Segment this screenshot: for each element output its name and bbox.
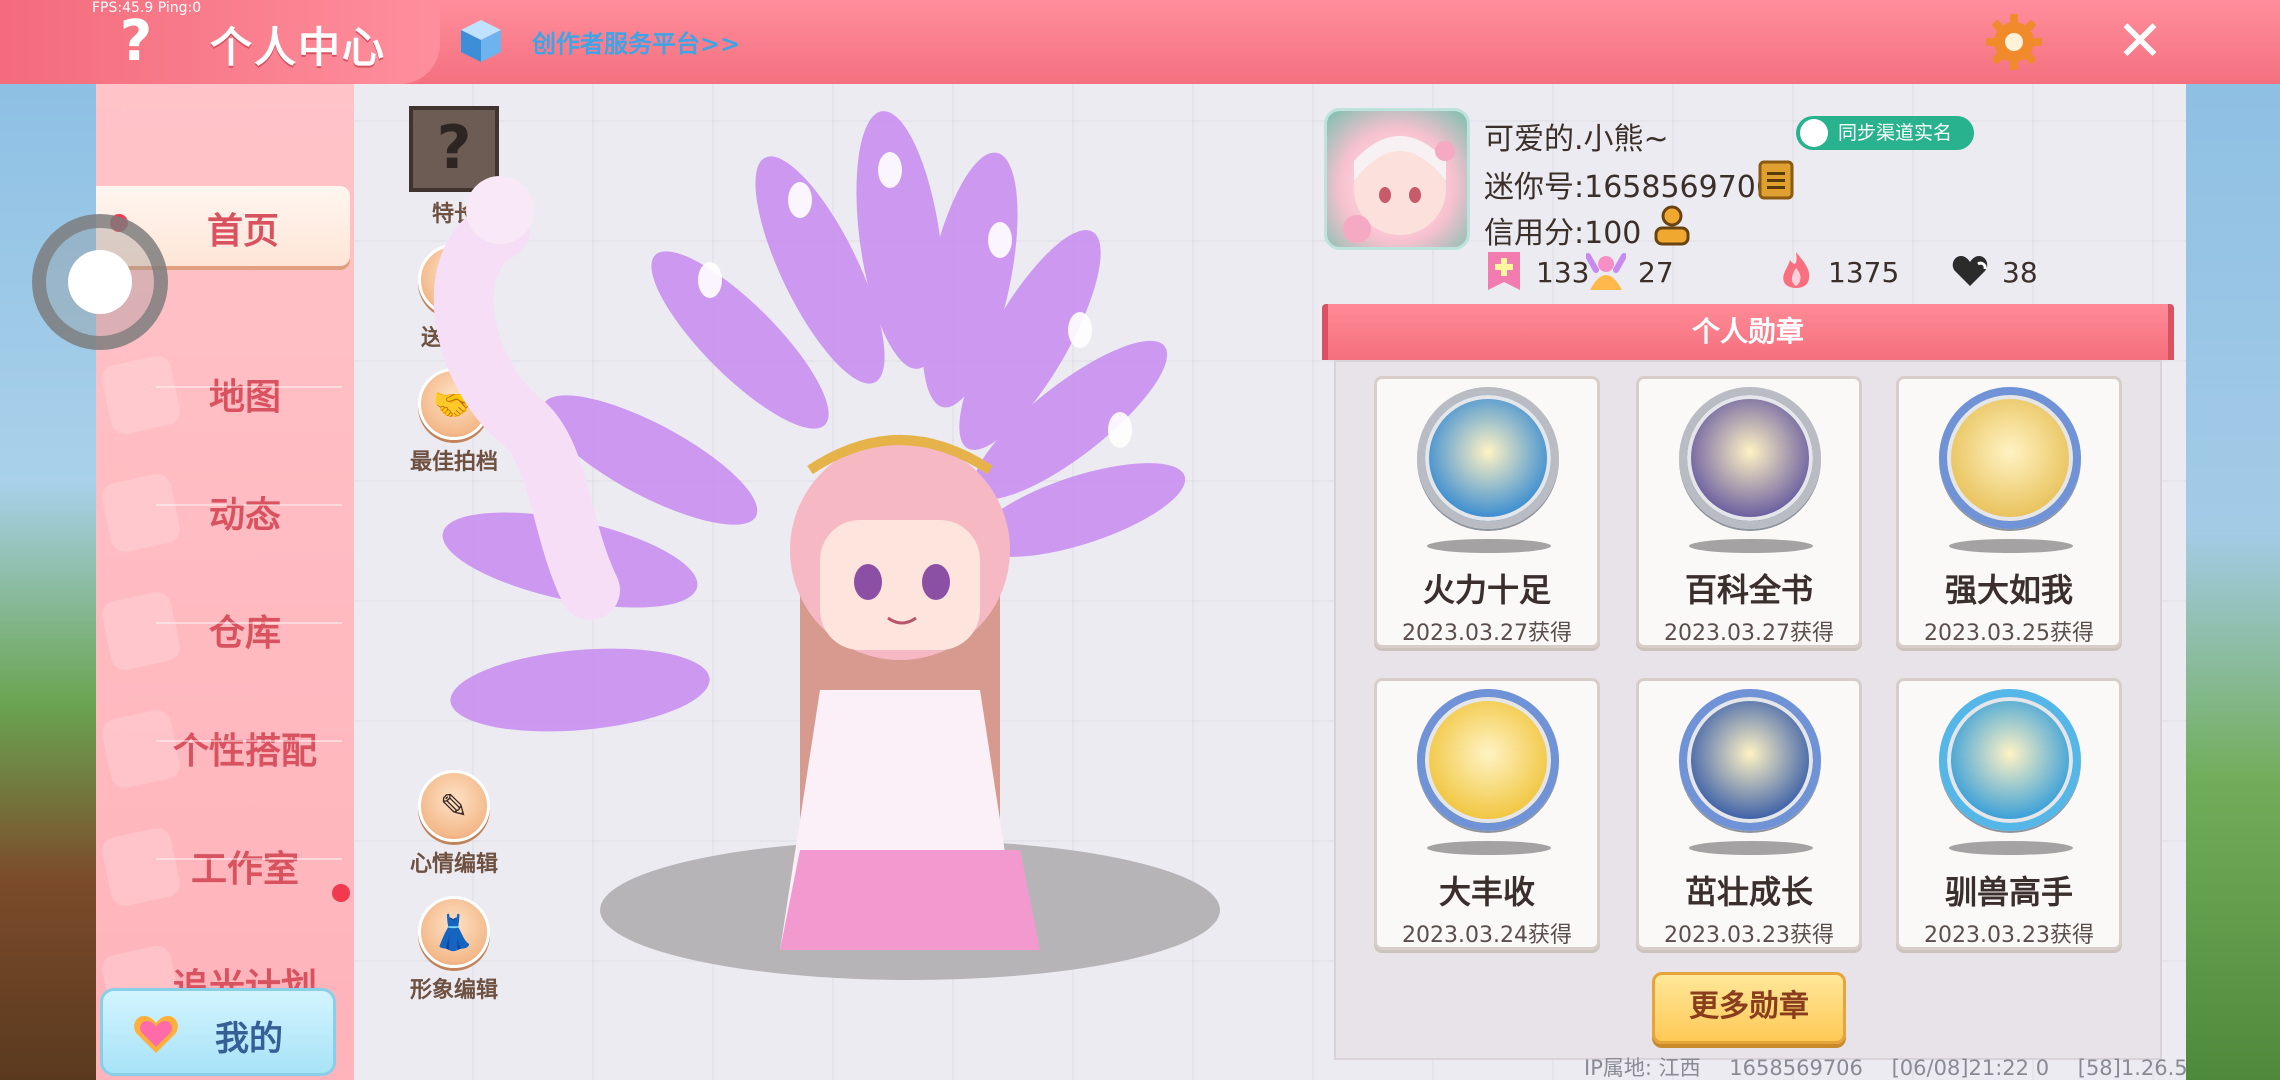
person-check-icon <box>1800 119 1828 147</box>
sidebar-item-feed[interactable]: 动态 <box>96 464 354 560</box>
sidebar-item-label: 工作室 <box>190 849 299 890</box>
help-icon[interactable]: ? <box>108 12 164 72</box>
mini-id: 迷你号:1658569706 <box>1484 170 1775 205</box>
sidebar-item-storage[interactable]: 仓库 <box>96 582 354 678</box>
ip-location: IP属地: 江西 <box>1584 1056 1701 1080</box>
sidebar-item-label: 地图 <box>208 377 281 418</box>
divider <box>156 504 342 506</box>
fans-icon <box>1586 253 1626 290</box>
medal-icon <box>1939 387 2081 529</box>
medal-name: 百科全书 <box>1684 571 1813 609</box>
footer-uid: 1658569706 <box>1729 1056 1863 1080</box>
medal-card[interactable]: 火力十足 2023.03.27获得 <box>1374 376 1600 648</box>
medal-card[interactable]: 百科全书 2023.03.27获得 <box>1636 376 1862 648</box>
hearts-icon <box>1952 256 1988 286</box>
divider <box>156 622 342 624</box>
stat-fans-value: 27 <box>1638 256 1674 289</box>
sidebar-item-outfit[interactable]: 个性搭配 <box>96 700 354 796</box>
stat-plus-value: 133 <box>1536 256 1590 289</box>
cube-icon[interactable] <box>458 18 504 64</box>
medal-icon <box>1417 689 1559 831</box>
credit-score: 信用分:100 <box>1484 216 1642 251</box>
floating-assist-button[interactable] <box>32 214 168 350</box>
avatar[interactable] <box>1324 108 1470 250</box>
sidebar-item-label: 个性搭配 <box>172 731 317 772</box>
creator-platform-link[interactable]: 创作者服务平台>> <box>532 24 740 59</box>
sync-realname-label: 同步渠道实名 <box>1838 122 1953 144</box>
medal-name: 茁壮成长 <box>1684 873 1813 911</box>
mine-label: 我的 <box>215 1019 283 1059</box>
page-title: 个人中心 <box>210 23 387 72</box>
medal-card[interactable]: 大丰收 2023.03.24获得 <box>1374 678 1600 950</box>
top-bar: FPS:45.9 Ping:0 ? 个人中心 创作者服务平台>> ✕ <box>0 0 2280 84</box>
plus-badge-icon <box>1488 252 1520 290</box>
sidebar-item-label: 仓库 <box>208 613 281 654</box>
sidebar-item-map[interactable]: 地图 <box>96 346 354 442</box>
sidebar-item-label: 动态 <box>208 495 281 536</box>
nickname: 可爱的.小熊~ <box>1484 122 1669 157</box>
medal-name: 驯兽高手 <box>1944 873 2073 911</box>
stat-likes[interactable]: 38 <box>1950 250 2060 294</box>
medal-shadow <box>1949 539 2073 553</box>
sync-realname-button[interactable]: 同步渠道实名 <box>1796 116 1974 150</box>
medal-name: 大丰收 <box>1438 873 1535 911</box>
medal-date: 2023.03.23获得 <box>1664 923 1834 948</box>
medal-header: 个人勋章 <box>1322 304 2174 360</box>
stat-likes-value: 38 <box>2002 256 2038 289</box>
mine-button[interactable]: 我的 <box>100 988 336 1076</box>
medal-date: 2023.03.24获得 <box>1402 923 1572 948</box>
stat-hot-value: 1375 <box>1828 256 1900 289</box>
medal-name: 火力十足 <box>1422 571 1551 609</box>
background-world-right <box>2186 84 2280 1080</box>
more-medals-label: 更多勋章 <box>1689 989 1809 1024</box>
medal-shadow <box>1689 539 1813 553</box>
medal-icon <box>1939 689 2081 831</box>
medal-card[interactable]: 驯兽高手 2023.03.23获得 <box>1896 678 2122 950</box>
gear-icon[interactable] <box>1984 12 2044 72</box>
medal-date: 2023.03.27获得 <box>1402 621 1572 646</box>
sidebar-item-studio[interactable]: 工作室 <box>96 818 354 914</box>
more-medals-button[interactable]: 更多勋章 <box>1652 972 1846 1044</box>
medal-name: 强大如我 <box>1944 571 2073 609</box>
copy-icon[interactable] <box>1758 160 1794 200</box>
person-card-icon[interactable] <box>1652 204 1692 246</box>
flame-icon <box>1783 252 1810 288</box>
medal-shadow <box>1427 539 1551 553</box>
medal-shadow <box>1689 841 1813 855</box>
stat-plus[interactable]: 133 <box>1484 250 1594 294</box>
close-icon[interactable]: ✕ <box>2112 14 2168 70</box>
stat-fans[interactable]: 27 <box>1586 250 1696 294</box>
medal-date: 2023.03.27获得 <box>1664 621 1834 646</box>
medal-icon <box>1679 387 1821 529</box>
medal-date: 2023.03.23获得 <box>1924 923 2094 948</box>
medal-card[interactable]: 强大如我 2023.03.25获得 <box>1896 376 2122 648</box>
medal-shadow <box>1427 841 1551 855</box>
medal-date: 2023.03.25获得 <box>1924 621 2094 646</box>
medal-icon <box>1679 689 1821 831</box>
footer-version: [58]1.26.5 <box>2077 1056 2188 1080</box>
divider <box>156 740 342 742</box>
footer-time: [06/08]21:22 0 <box>1891 1056 2050 1080</box>
stat-hot[interactable]: 1375 <box>1776 250 1906 294</box>
notification-dot <box>332 884 350 902</box>
divider <box>156 386 342 388</box>
character-avatar-art[interactable] <box>380 90 1220 1010</box>
medal-card[interactable]: 茁壮成长 2023.03.23获得 <box>1636 678 1862 950</box>
avatar-portrait <box>1343 136 1455 243</box>
footer-info: IP属地: 江西 1658569706 [06/08]21:22 0 [58]1… <box>1584 1052 2210 1080</box>
medal-shadow <box>1949 841 2073 855</box>
medal-title: 个人勋章 <box>1691 315 1804 348</box>
heart-icon <box>134 1016 178 1053</box>
divider <box>156 858 342 860</box>
medal-icon <box>1417 387 1559 529</box>
